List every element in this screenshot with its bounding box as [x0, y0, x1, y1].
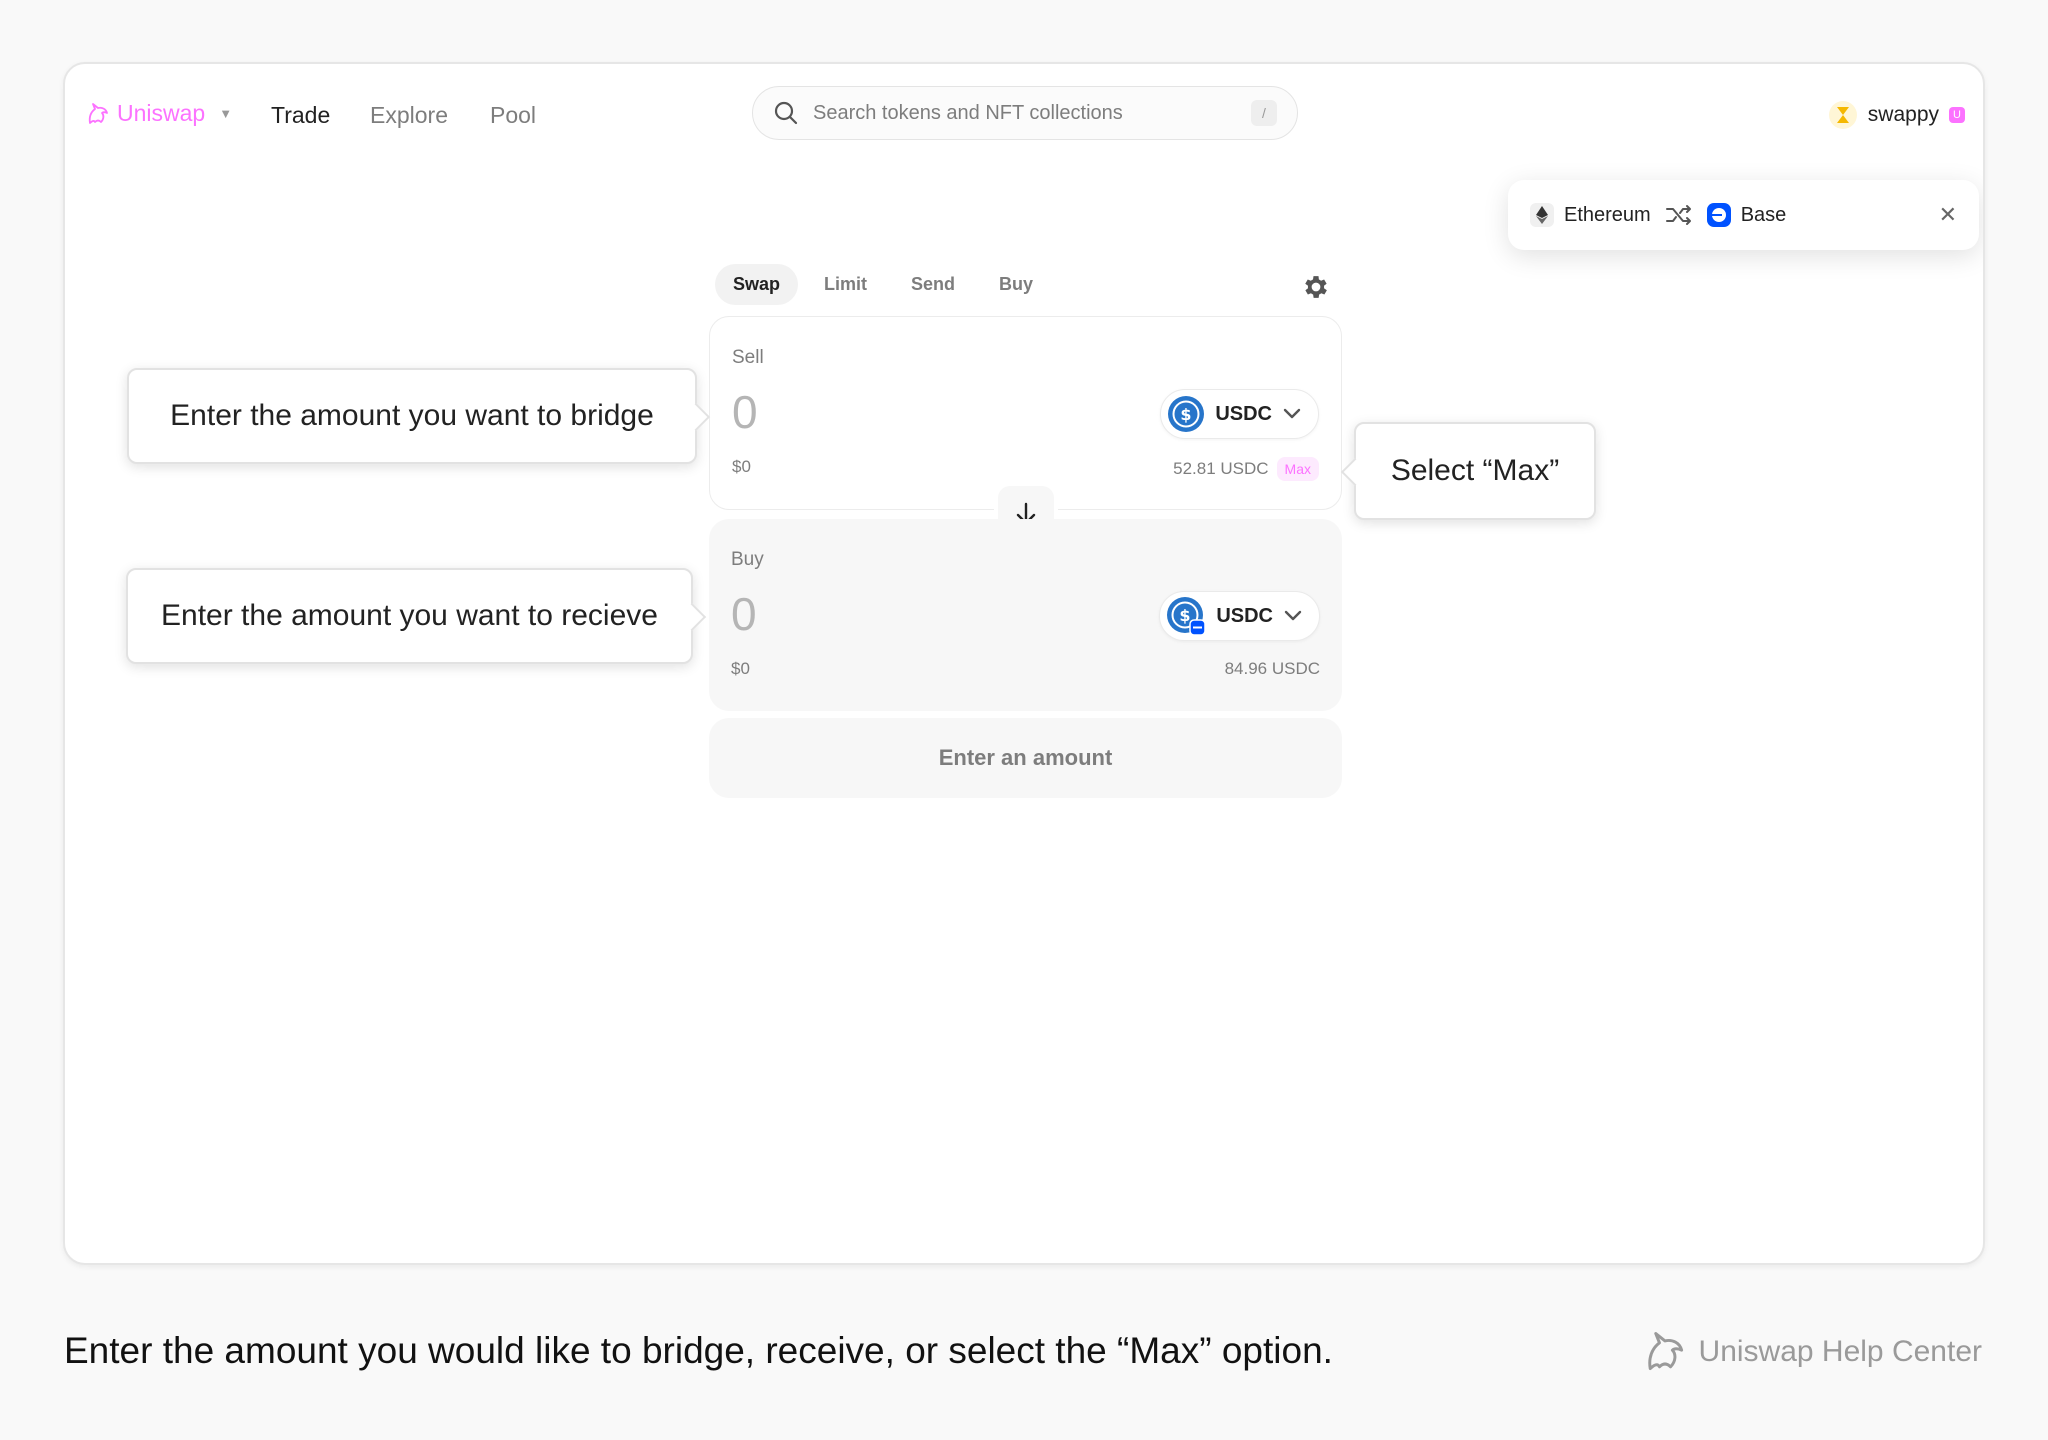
- bridge-route-banner: Ethereum Base ✕: [1508, 180, 1979, 250]
- buy-amount-input[interactable]: 0: [731, 587, 757, 641]
- hourglass-avatar-icon: [1828, 101, 1857, 129]
- sell-token-symbol: USDC: [1215, 402, 1272, 425]
- account-button[interactable]: swappy U: [1828, 100, 1965, 130]
- usdc-base-icon: $: [1167, 597, 1207, 636]
- account-name: swappy: [1867, 103, 1939, 126]
- sell-panel: Sell 0 $0 $ USDC 52.81 USDC Max: [709, 316, 1342, 510]
- shuffle-icon: [1665, 205, 1691, 225]
- sell-amount-input[interactable]: 0: [732, 385, 758, 439]
- nav-trade[interactable]: Trade: [271, 102, 330, 129]
- nav-pool[interactable]: Pool: [490, 102, 536, 129]
- trade-tabs: Swap Limit Send Buy: [715, 264, 1051, 305]
- tab-swap[interactable]: Swap: [715, 264, 799, 305]
- unitag-icon: U: [1949, 107, 1965, 123]
- unicorn-icon: [88, 102, 108, 124]
- chevron-down-icon: [1283, 408, 1301, 419]
- settings-gear-icon[interactable]: [1301, 272, 1331, 302]
- unicorn-icon: [1647, 1332, 1683, 1371]
- from-chain-label: Ethereum: [1564, 203, 1651, 226]
- brand-name: Uniswap: [117, 100, 206, 126]
- buy-token-selector[interactable]: $ USDC: [1159, 591, 1320, 641]
- sell-usd-value: $0: [732, 457, 751, 476]
- svg-text:$: $: [1180, 606, 1191, 625]
- search-bar[interactable]: Search tokens and NFT collections /: [752, 86, 1298, 140]
- app-window: Uniswap ▼ Trade Explore Pool Search toke…: [63, 62, 1985, 1265]
- base-chain-icon: [1706, 203, 1731, 227]
- help-center-label: Uniswap Help Center: [1698, 1335, 1982, 1368]
- enter-amount-button[interactable]: Enter an amount: [709, 718, 1342, 798]
- tab-send[interactable]: Send: [893, 264, 973, 305]
- callout-sell-amount: Enter the amount you want to bridge: [127, 368, 697, 464]
- buy-balance: 84.96 USDC: [1225, 659, 1320, 679]
- callout-buy-amount: Enter the amount you want to recieve: [126, 568, 693, 664]
- to-chain-label: Base: [1740, 203, 1787, 226]
- tab-limit[interactable]: Limit: [806, 264, 885, 305]
- max-button[interactable]: Max: [1276, 457, 1319, 481]
- caret-down-icon: ▼: [219, 106, 233, 121]
- search-placeholder: Search tokens and NFT collections: [813, 101, 1123, 124]
- buy-panel: Buy 0 $0 $ USDC 84.96 USDC: [709, 519, 1342, 711]
- buy-balance-value: 84.96 USDC: [1224, 659, 1320, 678]
- instruction-caption: Enter the amount you would like to bridg…: [64, 1330, 1333, 1371]
- svg-text:$: $: [1181, 405, 1192, 424]
- nav-explore[interactable]: Explore: [370, 102, 448, 129]
- help-center-brand: Uniswap Help Center: [1641, 1328, 1982, 1376]
- sell-token-selector[interactable]: $ USDC: [1160, 389, 1319, 439]
- buy-token-symbol: USDC: [1216, 604, 1273, 627]
- tab-buy[interactable]: Buy: [981, 264, 1051, 305]
- buy-usd-value: $0: [731, 659, 750, 678]
- chevron-down-icon: [1284, 610, 1302, 621]
- callout-max: Select “Max”: [1354, 422, 1596, 520]
- close-icon[interactable]: ✕: [1939, 202, 1957, 228]
- usdc-icon: $: [1168, 396, 1205, 432]
- sell-balance: 52.81 USDC Max: [1173, 457, 1319, 481]
- sell-label: Sell: [732, 347, 764, 368]
- brand-logo[interactable]: Uniswap ▼: [85, 100, 232, 127]
- ethereum-icon: [1530, 203, 1554, 227]
- search-shortcut-key: /: [1251, 100, 1277, 126]
- sell-balance-value: 52.81 USDC: [1173, 459, 1269, 478]
- search-icon: [774, 101, 798, 125]
- buy-label: Buy: [731, 549, 764, 570]
